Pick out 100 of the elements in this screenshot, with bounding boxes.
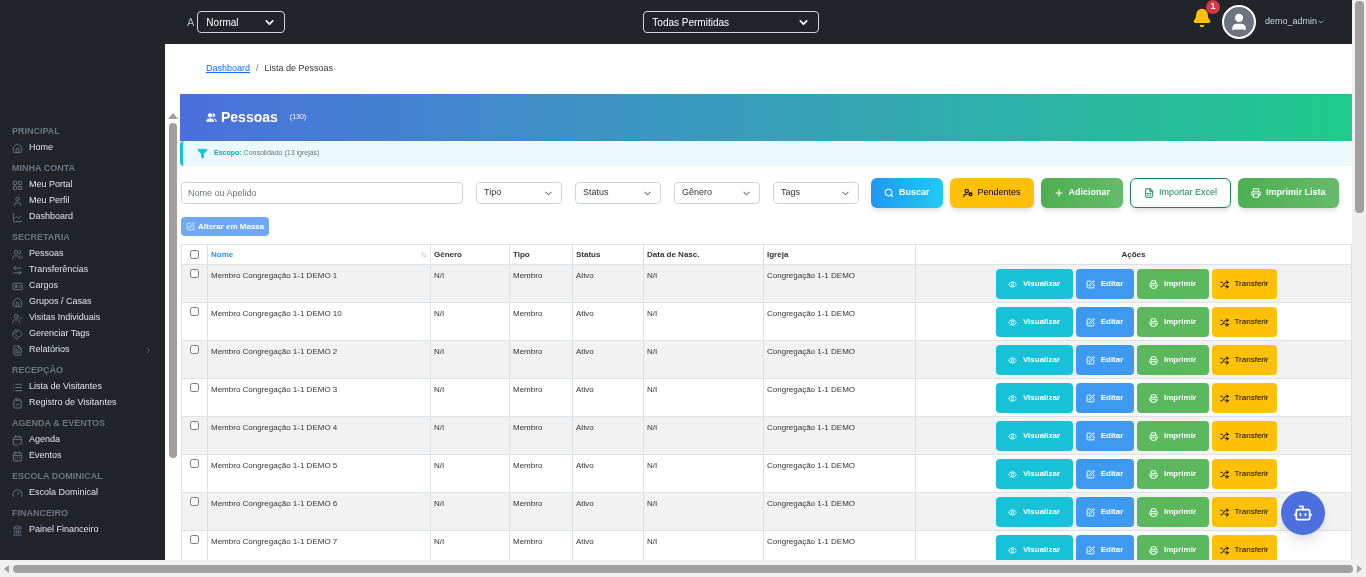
shuffle-icon <box>1219 431 1229 441</box>
sidebar-item[interactable]: Lista de Visitantes <box>12 379 153 395</box>
scrollbar-thumb[interactable] <box>168 123 177 458</box>
sidebar-item[interactable]: Cargos <box>12 278 153 294</box>
filter-select[interactable]: Gênero <box>674 182 760 204</box>
breadcrumb-separator: / <box>256 62 259 76</box>
table-cell: N/I <box>434 423 445 432</box>
table-cell: N/I <box>647 347 658 356</box>
table-cell: N/I <box>647 271 658 280</box>
table-cell: Ativo <box>576 309 594 318</box>
notification-badge: 1 <box>1205 0 1220 14</box>
eye-icon <box>1007 507 1017 517</box>
breadcrumb-current: Lista de Pessoas <box>264 62 334 76</box>
table-cell: Membro <box>513 309 543 318</box>
row-checkbox[interactable] <box>190 421 199 430</box>
column-header: Gênero <box>434 249 462 259</box>
printer-icon <box>1149 393 1158 403</box>
shuffle-icon <box>1219 545 1229 555</box>
table-cell: Congregação 1-1 DEMO <box>767 537 856 546</box>
sidebar-item[interactable]: Eventos <box>12 448 153 464</box>
sidebar-item[interactable]: Transferências <box>12 262 153 278</box>
search-field[interactable]: Nome ou Apelido <box>181 182 463 204</box>
filter-select[interactable]: Tags <box>773 182 859 204</box>
breadcrumb-link[interactable]: Dashboard <box>206 62 251 76</box>
row-action-button[interactable]: Transferir <box>1211 269 1277 299</box>
row-action-button[interactable]: Transferir <box>1211 421 1277 451</box>
sidebar-item[interactable]: Visitas Individuais <box>12 310 153 326</box>
filter-select[interactable]: Status <box>575 182 661 204</box>
gauge-icon <box>12 487 23 499</box>
scroll-right-icon[interactable] <box>1357 564 1362 573</box>
sidebar-item[interactable]: Relatórios <box>12 342 153 358</box>
eye-icon <box>1007 393 1017 403</box>
eye-icon <box>1007 279 1017 289</box>
scroll-left-icon[interactable] <box>4 564 9 573</box>
scrollbar-thumb[interactable] <box>13 564 1353 573</box>
search-icon <box>884 188 894 198</box>
row-checkbox[interactable] <box>190 383 199 392</box>
table-cell: Membro <box>513 385 543 394</box>
row-action-button[interactable]: Transferir <box>1211 497 1277 527</box>
sidebar-section-title: FINANCEIRO <box>12 507 69 520</box>
row-checkbox[interactable] <box>190 269 199 278</box>
table-cell: Membro <box>513 537 543 546</box>
sidebar-item[interactable]: Gerenciar Tags <box>12 326 153 342</box>
page-title: Pessoas <box>221 108 278 127</box>
table-cell: Ativo <box>576 385 594 394</box>
eye-icon <box>1007 317 1017 327</box>
printer-icon <box>1149 279 1158 289</box>
row-action-button[interactable]: Transferir <box>1211 459 1277 489</box>
row-checkbox[interactable] <box>190 497 199 506</box>
row-checkbox[interactable] <box>190 307 199 316</box>
shuffle-icon <box>1219 355 1229 365</box>
user-gear-icon <box>962 188 973 198</box>
row-action-button[interactable]: Transferir <box>1211 307 1277 337</box>
toolbar-button[interactable]: Importar Excel <box>1130 178 1232 208</box>
toolbar-button[interactable]: Pendentes <box>949 178 1034 208</box>
scrollbar-thumb[interactable] <box>1354 1 1364 213</box>
shuffle-icon <box>1219 469 1229 479</box>
filter-icon <box>197 148 208 159</box>
sidebar-item[interactable]: Painel Financeiro <box>12 522 153 538</box>
select-all-checkbox[interactable] <box>190 250 199 259</box>
row-action-button[interactable]: Transferir <box>1211 535 1277 560</box>
sidebar-item[interactable]: Meu Perfil <box>12 193 153 209</box>
row-action-button[interactable]: Transferir <box>1211 383 1277 413</box>
sidebar-item[interactable]: Meu Portal <box>12 177 153 193</box>
row-checkbox[interactable] <box>190 345 199 354</box>
table-cell: N/I <box>434 537 445 546</box>
font-size-label: A <box>187 14 195 30</box>
filter-select[interactable]: Tipo <box>476 182 562 204</box>
sidebar-item[interactable]: Dashboard <box>12 209 153 225</box>
sidebar-item[interactable]: Registro de Visitantes <box>12 395 153 411</box>
eye-icon <box>1007 355 1017 365</box>
printer-icon <box>1149 507 1158 517</box>
user-icon <box>12 195 23 207</box>
avatar[interactable] <box>1221 5 1256 39</box>
table-cell: N/I <box>647 309 658 318</box>
font-size-select[interactable]: Normal <box>197 11 286 33</box>
grid-icon <box>12 179 23 191</box>
sidebar-item[interactable]: Pessoas <box>12 246 153 262</box>
sidebar-item[interactable]: Grupos / Casas <box>12 294 153 310</box>
column-header: Tipo <box>513 249 530 259</box>
sidebar-item[interactable]: Home <box>12 140 153 156</box>
column-header: Status <box>576 249 601 259</box>
scope-select[interactable]: Todas Permitidas <box>643 11 820 33</box>
sidebar-item[interactable]: Agenda <box>12 432 153 448</box>
arrows-icon <box>12 264 23 276</box>
table-cell: Ativo <box>576 271 594 280</box>
bell-icon <box>1191 8 1212 28</box>
row-action-button[interactable]: Transferir <box>1211 345 1277 375</box>
row-checkbox[interactable] <box>190 535 199 544</box>
clipboard-icon <box>12 397 23 409</box>
sidebar-section-title: AGENDA & EVENTOS <box>12 417 106 430</box>
table-cell: Membro <box>513 423 543 432</box>
house-icon <box>12 296 23 308</box>
caret-icon <box>1317 18 1325 26</box>
user-menu[interactable]: demo_admin <box>1264 15 1317 29</box>
spreadsheet-icon <box>1144 188 1155 198</box>
edit-icon <box>1085 355 1095 365</box>
row-checkbox[interactable] <box>190 459 199 468</box>
sidebar-item[interactable]: Escola Dominical <box>12 485 153 501</box>
table-cell: Membro Congregação 1-1 DEMO 4 <box>211 423 338 432</box>
